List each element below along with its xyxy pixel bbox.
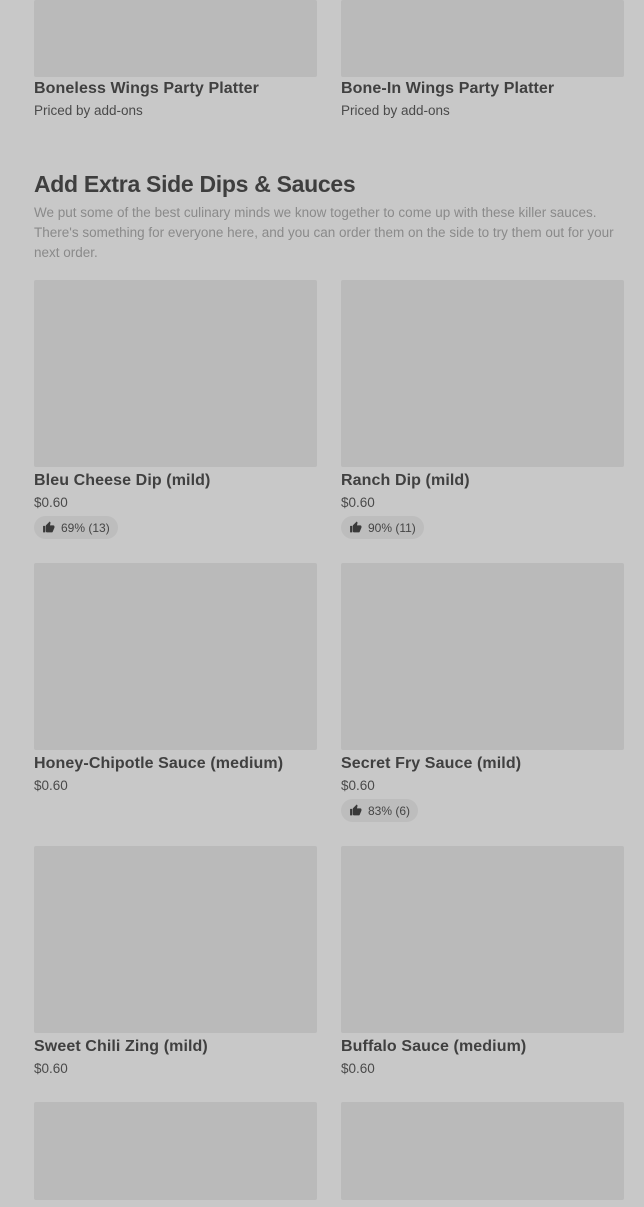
rating-badge: 90% (11) (341, 516, 424, 539)
item-image (341, 0, 624, 77)
item-name: Secret Fry Sauce (mild) (341, 755, 522, 772)
item-name: Bleu Cheese Dip (mild) (34, 472, 211, 489)
item-name: Bone-In Wings Party Platter (341, 80, 555, 97)
rating-badge: 69% (13) (34, 516, 118, 539)
item-price: $0.60 (341, 495, 375, 510)
menu-item-card[interactable]: Secret Fry Sauce (mild) $0.60 83% (6) (341, 563, 624, 822)
item-price: Priced by add-ons (341, 103, 450, 118)
item-image (34, 280, 317, 467)
menu-item-card[interactable] (341, 1102, 624, 1200)
item-grid-row: Sweet Chili Zing (mild) $0.60 Buffalo Sa… (34, 846, 624, 1078)
menu-item-card[interactable]: Honey-Chipotle Sauce (medium) $0.60 (34, 563, 317, 822)
item-image (341, 846, 624, 1033)
item-name: Boneless Wings Party Platter (34, 80, 259, 97)
item-price: $0.60 (34, 495, 68, 510)
item-price: $0.60 (34, 778, 68, 793)
item-image (34, 1102, 317, 1200)
item-image (341, 280, 624, 467)
item-grid-row (34, 1102, 624, 1200)
item-name: Buffalo Sauce (medium) (341, 1038, 527, 1055)
menu-item-card[interactable]: Ranch Dip (mild) $0.60 90% (11) (341, 280, 624, 539)
menu-item-card[interactable]: Buffalo Sauce (medium) $0.60 (341, 846, 624, 1078)
section-title: Add Extra Side Dips & Sauces (34, 171, 356, 197)
item-price: Priced by add-ons (34, 103, 143, 118)
item-image (34, 846, 317, 1033)
menu-item-card[interactable]: Sweet Chili Zing (mild) $0.60 (34, 846, 317, 1078)
item-image (341, 563, 624, 750)
menu-item-card[interactable]: Bleu Cheese Dip (mild) $0.60 69% (13) (34, 280, 317, 539)
item-image (34, 0, 317, 77)
rating-text: 69% (13) (61, 520, 110, 535)
item-price: $0.60 (34, 1061, 68, 1076)
section-header: Add Extra Side Dips & Sauces We put some… (34, 169, 624, 263)
thumbs-up-icon (350, 804, 362, 816)
menu-item-card[interactable] (34, 1102, 317, 1200)
menu-item-card[interactable]: Bone-In Wings Party Platter Priced by ad… (341, 0, 624, 120)
item-grid-row: Honey-Chipotle Sauce (medium) $0.60 Secr… (34, 563, 624, 822)
item-name: Honey-Chipotle Sauce (medium) (34, 755, 284, 772)
item-name: Sweet Chili Zing (mild) (34, 1038, 208, 1055)
rating-badge: 83% (6) (341, 799, 419, 822)
item-name: Ranch Dip (mild) (341, 472, 470, 489)
section-description: We put some of the best culinary minds w… (34, 205, 614, 260)
item-price: $0.60 (341, 1061, 375, 1076)
platter-grid: Boneless Wings Party Platter Priced by a… (34, 0, 624, 120)
thumbs-up-icon (350, 521, 362, 533)
item-image (34, 563, 317, 750)
menu-content: Boneless Wings Party Platter Priced by a… (34, 0, 624, 1200)
item-price: $0.60 (341, 778, 375, 793)
item-image (341, 1102, 624, 1200)
rating-text: 83% (6) (368, 803, 411, 818)
rating-text: 90% (11) (368, 520, 416, 535)
thumbs-up-icon (43, 521, 55, 533)
menu-item-card[interactable]: Boneless Wings Party Platter Priced by a… (34, 0, 317, 120)
item-grid-row: Bleu Cheese Dip (mild) $0.60 69% (13) Ra… (34, 280, 624, 539)
